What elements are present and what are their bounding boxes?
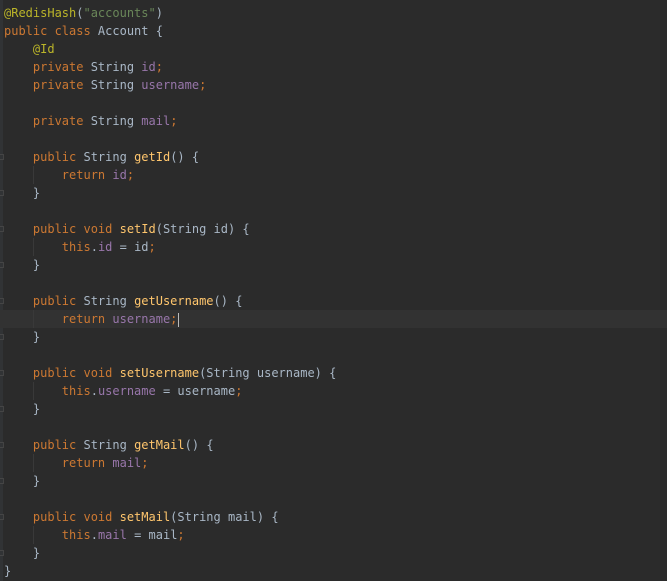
code-token: id	[97, 240, 113, 254]
code-token: }	[4, 402, 41, 416]
code-token: ;	[199, 78, 207, 92]
code-token: String	[83, 150, 135, 164]
code-token: ;	[235, 384, 243, 398]
code-token: String	[90, 60, 142, 74]
code-token: public void	[4, 510, 120, 524]
code-token: username	[97, 384, 156, 398]
code-line[interactable]: @Id	[4, 40, 55, 58]
code-token: () {	[213, 294, 243, 308]
code-token: .	[90, 240, 98, 254]
code-token: mail	[97, 528, 127, 542]
code-token: }	[4, 564, 12, 578]
code-token: @RedisHash	[4, 6, 77, 20]
code-token: ;	[148, 240, 156, 254]
code-line[interactable]: this.mail = mail;	[4, 526, 185, 544]
code-line[interactable]: }	[4, 544, 40, 562]
code-token: "accounts"	[83, 6, 156, 20]
code-token: ;	[155, 60, 163, 74]
code-token: public class	[4, 24, 98, 38]
code-line[interactable]: public String getId() {	[4, 148, 199, 166]
code-line[interactable]: return mail;	[4, 454, 149, 472]
code-line[interactable]: }	[4, 256, 40, 274]
code-token: id	[141, 60, 156, 74]
code-line[interactable]: this.id = id;	[4, 238, 156, 256]
code-token: String	[83, 294, 135, 308]
code-token: getMail	[134, 438, 185, 452]
code-token: ;	[126, 168, 135, 182]
code-token: public	[4, 294, 84, 308]
code-line[interactable]: }	[4, 328, 40, 346]
code-token: return	[4, 168, 113, 182]
code-token: private	[4, 78, 91, 92]
code-line[interactable]: public void setUsername(String username)…	[4, 364, 336, 382]
code-token: }	[4, 330, 41, 344]
code-token: getId	[134, 150, 171, 164]
code-token: this	[4, 528, 91, 542]
code-editor[interactable]: @RedisHash("accounts") public class Accou…	[0, 0, 667, 581]
code-token: .	[90, 384, 98, 398]
code-line[interactable]: }	[4, 184, 40, 202]
code-line[interactable]: public String getMail() {	[4, 436, 214, 454]
code-token: String	[90, 78, 142, 92]
code-token: public	[4, 438, 84, 452]
code-token: username	[112, 312, 171, 326]
code-token: username	[141, 78, 200, 92]
code-token: = mail	[126, 528, 178, 542]
editor-gutter[interactable]	[0, 0, 3, 581]
code-line[interactable]: return username;	[4, 310, 180, 328]
code-token: }	[4, 258, 41, 272]
code-token: mail	[112, 456, 142, 470]
code-token: return	[4, 456, 113, 470]
code-line[interactable]: this.username = username;	[4, 382, 243, 400]
code-token: private	[4, 60, 91, 74]
code-line[interactable]: private String id;	[4, 58, 163, 76]
text-caret	[178, 312, 180, 327]
code-token: (String id) {	[155, 222, 250, 236]
code-token: public void	[4, 366, 120, 380]
code-token: ;	[141, 456, 149, 470]
code-line[interactable]: public void setId(String id) {	[4, 220, 250, 238]
code-line[interactable]: public String getUsername() {	[4, 292, 243, 310]
code-line[interactable]: }	[4, 562, 11, 580]
code-line[interactable]: return id;	[4, 166, 134, 184]
code-token: setMail	[119, 510, 171, 524]
code-token: return	[4, 312, 113, 326]
code-token: ;	[170, 312, 178, 326]
code-token: getUsername	[134, 294, 214, 308]
code-token: }	[4, 186, 41, 200]
code-token: id	[112, 168, 127, 182]
code-token: (String mail) {	[170, 510, 279, 524]
code-token: Account {	[97, 24, 163, 38]
code-token: this	[4, 384, 91, 398]
code-token: public void	[4, 222, 120, 236]
code-token: this	[4, 240, 91, 254]
code-line[interactable]: public void setMail(String mail) {	[4, 508, 279, 526]
code-token: () {	[170, 150, 200, 164]
code-token: String	[83, 438, 135, 452]
code-token: = id	[112, 240, 149, 254]
code-token: @Id	[4, 42, 55, 56]
code-token: = username	[155, 384, 236, 398]
code-line[interactable]: }	[4, 400, 40, 418]
code-line[interactable]: private String mail;	[4, 112, 178, 130]
code-line[interactable]: @RedisHash("accounts")	[4, 4, 163, 22]
code-token: mail	[141, 114, 171, 128]
code-token: String	[90, 114, 142, 128]
code-token: public	[4, 150, 84, 164]
code-line[interactable]: private String username;	[4, 76, 206, 94]
code-token: () {	[184, 438, 214, 452]
code-token: ;	[170, 114, 178, 128]
code-token: setUsername	[119, 366, 200, 380]
code-token: .	[90, 528, 98, 542]
code-token: private	[4, 114, 91, 128]
code-token: (String username) {	[199, 366, 337, 380]
code-line[interactable]: public class Account {	[4, 22, 163, 40]
code-token: setId	[119, 222, 156, 236]
code-line[interactable]: }	[4, 472, 40, 490]
code-token: }	[4, 474, 41, 488]
code-token: }	[4, 546, 41, 560]
code-token: )	[155, 6, 163, 20]
code-token: ;	[177, 528, 185, 542]
